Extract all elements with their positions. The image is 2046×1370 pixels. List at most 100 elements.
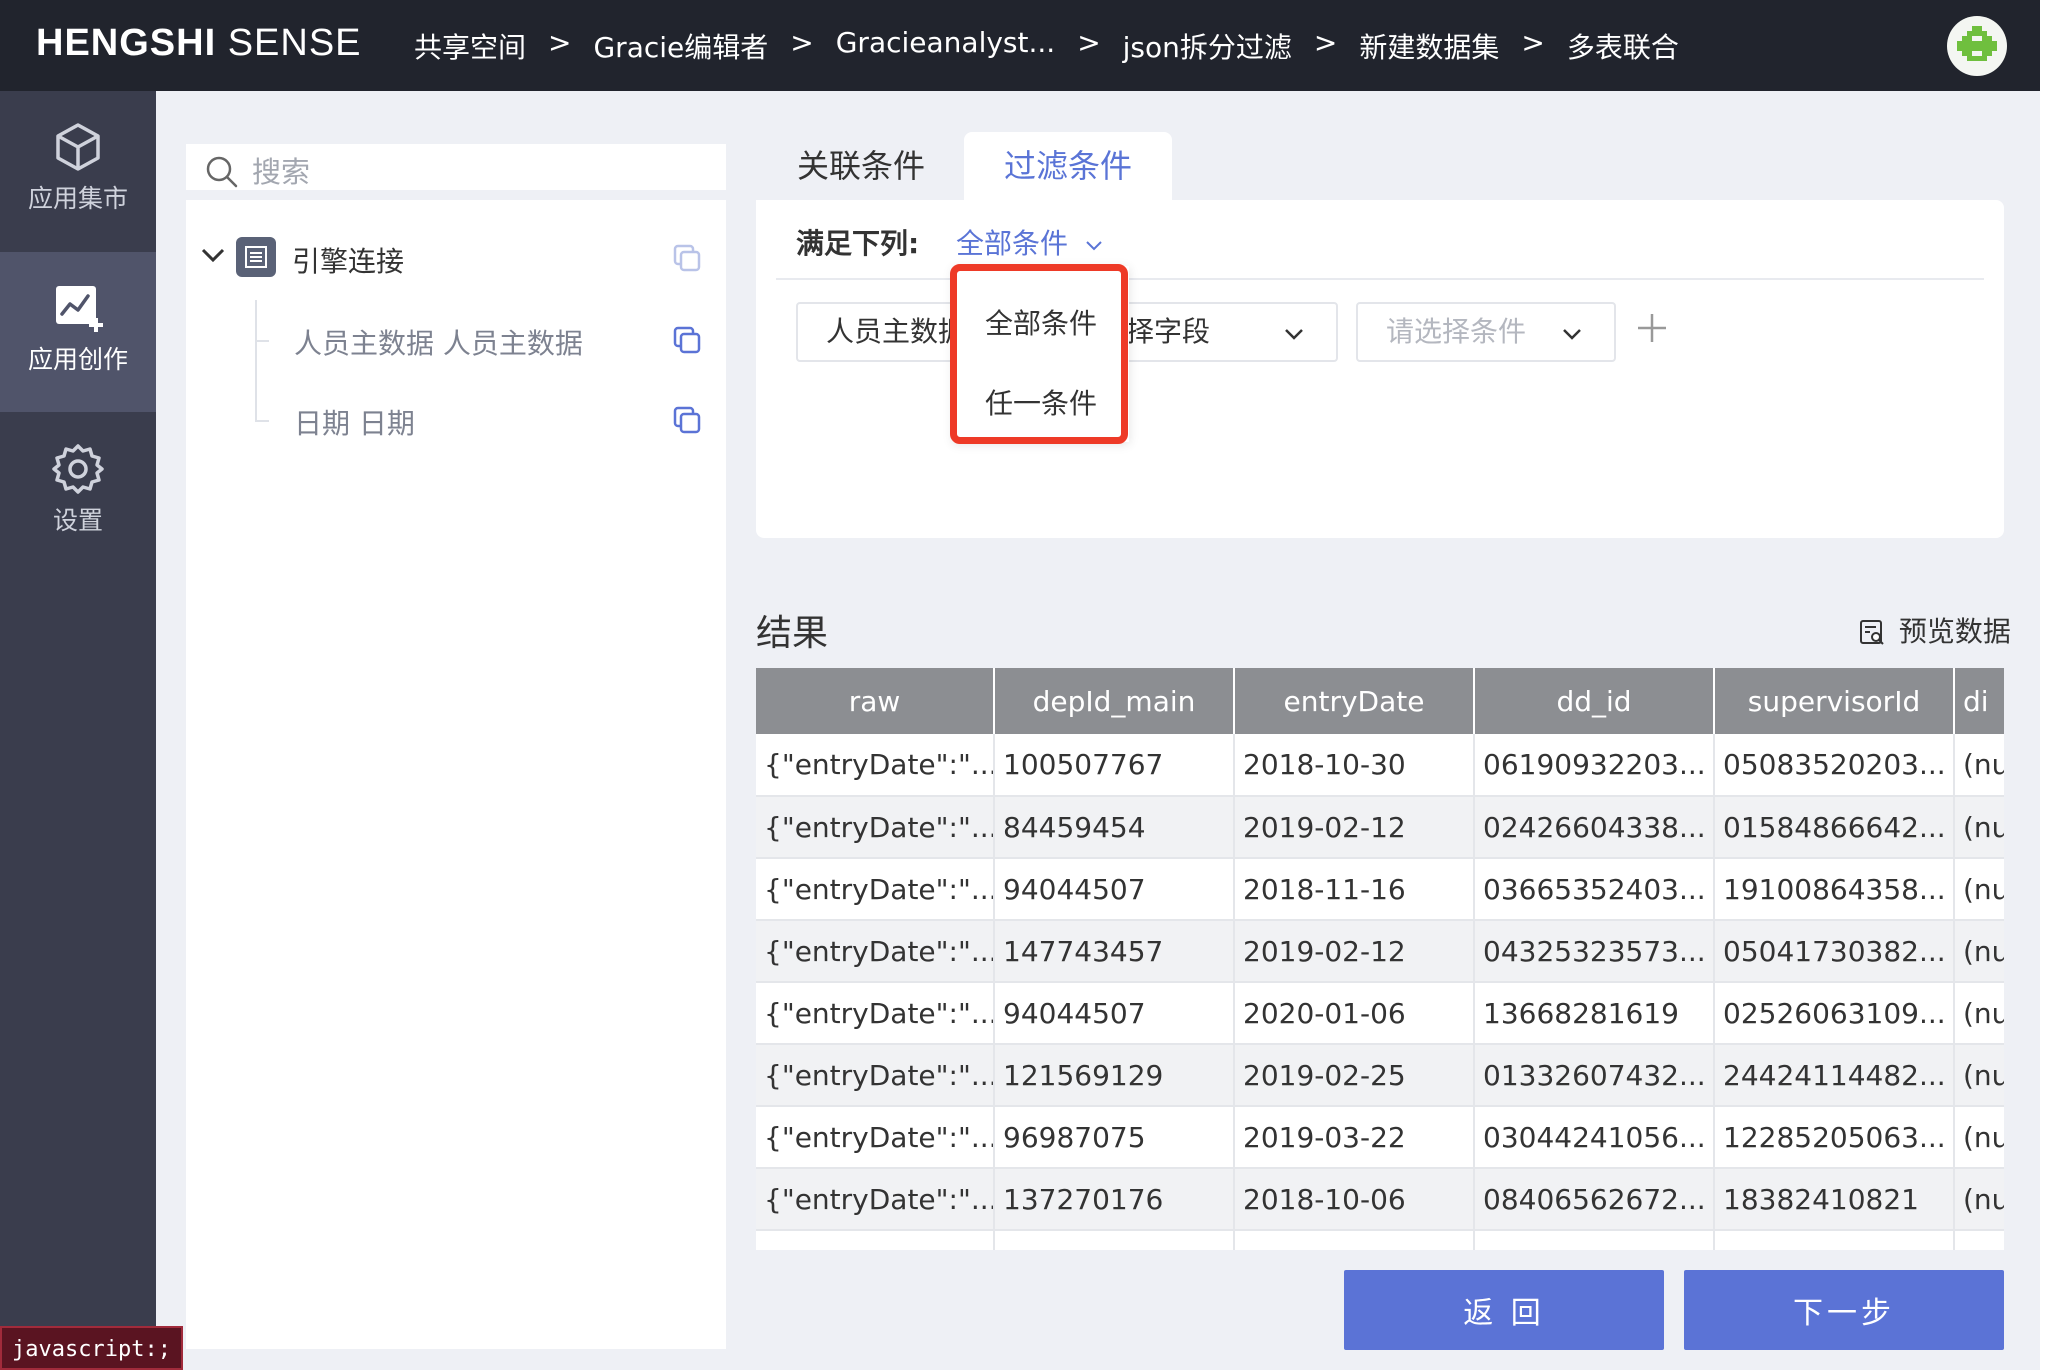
rail-item-app-market[interactable]: 应用集市: [0, 91, 156, 251]
status-bar-link-preview: javascript:;: [0, 1326, 183, 1370]
database-icon: [236, 237, 276, 277]
chevron-down-icon: [1563, 329, 1581, 340]
column-header[interactable]: supervisorId: [1714, 668, 1955, 734]
result-table-container: raw depId_main entryDate dd_id superviso…: [756, 668, 2004, 1250]
table-cell: (nu: [1954, 858, 2004, 921]
app-logo[interactable]: HENGSHI SENSE: [36, 22, 362, 65]
tree-connector: [255, 340, 269, 342]
chevron-down-icon[interactable]: [198, 240, 228, 270]
cube-icon: [56, 123, 100, 171]
table-cell: 01584866642...: [1714, 796, 1955, 859]
table-cell: 05041730382...: [1714, 920, 1955, 983]
table-cell: (nu: [1954, 1044, 2004, 1107]
preview-data-label: 预览数据: [1898, 615, 2011, 648]
table-select-value: 人员主数据: [826, 315, 967, 348]
field-select[interactable]: 选择字段: [1096, 302, 1338, 362]
breadcrumb-item[interactable]: 共享空间: [414, 26, 526, 66]
table-cell: (nu: [1954, 1168, 2004, 1231]
annotation-highlight-box: [950, 264, 1128, 444]
table-cell: {"entryDate":"...: [756, 1168, 995, 1231]
table-row: {"entryDate":"... 84459454 2019-02-12 02426…: [756, 796, 2004, 859]
table-cell: {"entryDate":"...: [756, 1044, 995, 1107]
tab-join-conditions[interactable]: 关联条件: [756, 132, 966, 200]
breadcrumb-separator: >: [790, 26, 814, 59]
table-cell: {"entryDate":"...: [756, 1106, 995, 1169]
table-select[interactable]: 人员主数据: [796, 302, 976, 362]
match-label: 满足下列:: [796, 227, 920, 260]
copy-icon[interactable]: [671, 324, 703, 356]
table-row: {"entryDate":"... 121569129 2019-02-25 0133…: [756, 1044, 2004, 1107]
table-cell: {"entryDate":"...: [756, 858, 995, 921]
table-cell: {"entryDate":"...: [756, 982, 995, 1045]
column-header[interactable]: entryDate: [1234, 668, 1475, 734]
preview-data-button[interactable]: 预览数据: [1858, 610, 2011, 650]
table-cell: 2019-02-12: [1234, 920, 1475, 983]
breadcrumb-current: 多表联合: [1566, 31, 1679, 64]
tree-root-label: 引擎连接: [292, 245, 405, 278]
table-row: {"entryDate":"... 137270176 2018-10-06 0840…: [756, 1168, 2004, 1231]
back-button[interactable]: 返 回: [1344, 1270, 1664, 1350]
add-condition-icon[interactable]: [1634, 310, 1670, 346]
window-edge: [2040, 0, 2046, 91]
nav-rail: 应用集市 应用创作 设置: [0, 91, 156, 1370]
tab-filter-conditions[interactable]: 过滤条件: [964, 132, 1172, 200]
table-cell: 05083520203...: [1714, 734, 1955, 797]
table-cell: 18382410821: [1714, 1168, 1955, 1231]
copy-icon[interactable]: [671, 404, 703, 436]
table-row: {"entryDate":"... 96987075 2019-03-22 03044…: [756, 1106, 2004, 1169]
breadcrumb-item[interactable]: Gracie编辑者: [593, 26, 768, 66]
table-cell: 03665352403...: [1474, 858, 1715, 921]
table-row: {"entryDate":"... 100507767 2018-10-30 0619…: [756, 734, 2004, 797]
top-bar: HENGSHI SENSE 共享空间 > Gracie编辑者 > Graciea…: [0, 0, 2046, 91]
search-input[interactable]: [252, 150, 692, 194]
breadcrumb-item[interactable]: Gracieanalyst...: [836, 26, 1055, 66]
avatar[interactable]: [1947, 16, 2007, 76]
gear-icon: [52, 444, 104, 494]
table-cell: 02426604338...: [1474, 796, 1715, 859]
tree-node-engine-connection[interactable]: 引擎连接: [186, 230, 726, 286]
preview-icon: [1860, 620, 1884, 645]
column-header[interactable]: di: [1954, 668, 2004, 734]
table-cell: 2019-02-25: [1234, 1044, 1475, 1107]
copy-icon[interactable]: [671, 242, 703, 274]
tree-connector: [255, 420, 269, 422]
chevron-down-icon: [1285, 329, 1303, 340]
rail-label: 设置: [52, 506, 103, 535]
match-mode-value: 全部条件: [956, 227, 1069, 260]
rail-item-app-create[interactable]: 应用创作: [0, 252, 156, 412]
match-mode-select[interactable]: 全部条件: [956, 222, 1105, 262]
table-cell: {"entryDate":"...: [756, 920, 995, 983]
breadcrumb-separator: >: [548, 26, 572, 59]
table-cell: 13668281619: [1474, 982, 1715, 1045]
table-cell: 121569129: [994, 1044, 1235, 1107]
table-cell: 03044241056...: [1474, 1106, 1715, 1169]
column-header[interactable]: raw: [756, 668, 995, 734]
table-cell: 96987075: [994, 1106, 1235, 1169]
tree-item-table[interactable]: 日期 日期: [294, 402, 415, 442]
table-row: {"entryDate":"... 147743457 2019-02-12 0432…: [756, 920, 2004, 983]
column-header[interactable]: depId_main: [994, 668, 1235, 734]
table-cell: 2018-10-06: [1234, 1168, 1475, 1231]
breadcrumb-item[interactable]: 新建数据集: [1359, 26, 1499, 66]
table-row: [756, 1230, 2004, 1250]
table-cell: 84459454: [994, 796, 1235, 859]
table-cell: 19100864358...: [1714, 858, 1955, 921]
table-cell: 100507767: [994, 734, 1235, 797]
next-step-button[interactable]: 下一步: [1684, 1270, 2004, 1350]
tree-item-table[interactable]: 人员主数据 人员主数据: [294, 322, 583, 362]
search-icon: [206, 156, 238, 188]
breadcrumb-separator: >: [1077, 26, 1101, 59]
table-cell: 137270176: [994, 1168, 1235, 1231]
table-cell: 2019-02-12: [1234, 796, 1475, 859]
avatar-pixel-icon: [1957, 26, 1997, 61]
breadcrumb-item[interactable]: json拆分过滤: [1123, 26, 1292, 66]
rail-item-settings[interactable]: 设置: [0, 413, 156, 573]
logo-light: SENSE: [227, 22, 362, 64]
condition-select[interactable]: 请选择条件: [1356, 302, 1616, 362]
table-cell: (nu: [1954, 920, 2004, 983]
table-cell: (nu: [1954, 1106, 2004, 1169]
table-header-row: raw depId_main entryDate dd_id superviso…: [756, 668, 2004, 734]
table-row: {"entryDate":"... 94044507 2020-01-06 13668…: [756, 982, 2004, 1045]
breadcrumb: 共享空间 > Gracie编辑者 > Gracieanalyst... > js…: [414, 26, 1679, 66]
column-header[interactable]: dd_id: [1474, 668, 1715, 734]
